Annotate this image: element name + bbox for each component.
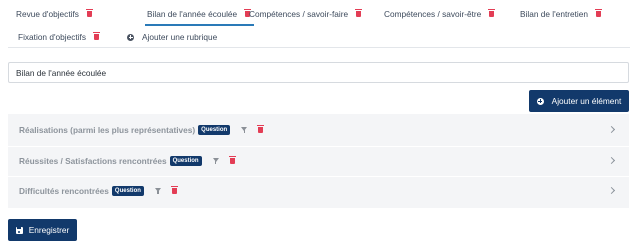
add-rubrique-button[interactable]: Ajouter une rubrique bbox=[127, 29, 217, 45]
chevron-right-icon[interactable] bbox=[607, 125, 616, 134]
tab-label: Compétences / savoir-faire bbox=[249, 9, 349, 19]
add-element-button[interactable]: Ajouter un élément bbox=[529, 90, 629, 112]
chevron-right-icon[interactable] bbox=[607, 156, 616, 165]
save-button[interactable]: Enregistrer bbox=[8, 219, 77, 241]
rubrique-tabs: Revue d'objectifs Bilan de l'année écoul… bbox=[0, 6, 634, 26]
tab-competences-savoir-etre[interactable]: Compétences / savoir-être bbox=[384, 6, 496, 22]
question-label: Réalisations (parmi les plus représentat… bbox=[19, 125, 196, 135]
question-row[interactable]: Réalisations (parmi les plus représentat… bbox=[8, 116, 629, 144]
add-element-label: Ajouter un élément bbox=[551, 96, 622, 106]
trash-icon[interactable] bbox=[85, 9, 93, 17]
trash-icon[interactable] bbox=[93, 32, 100, 40]
trash-icon[interactable] bbox=[488, 9, 496, 17]
question-label: Réussites / Satisfactions rencontrées bbox=[19, 156, 167, 166]
question-row[interactable]: Difficultés rencontrées Question bbox=[8, 177, 629, 205]
plus-circle-icon bbox=[536, 97, 544, 105]
tab-bilan-annee-ecoulee[interactable]: Bilan de l'année écoulée bbox=[144, 6, 255, 26]
questions-panel: Réalisations (parmi les plus représentat… bbox=[8, 114, 629, 208]
filter-icon[interactable] bbox=[212, 158, 219, 164]
question-type-badge: Question bbox=[198, 125, 231, 135]
question-type-badge: Question bbox=[111, 186, 144, 196]
tabs-divider bbox=[8, 47, 630, 48]
tab-competences-savoir-faire[interactable]: Compétences / savoir-faire bbox=[249, 6, 363, 22]
trash-icon[interactable] bbox=[595, 9, 603, 17]
chevron-right-icon[interactable] bbox=[607, 186, 616, 195]
trash-icon[interactable] bbox=[228, 156, 236, 164]
floppy-disk-icon bbox=[15, 226, 23, 234]
tab-revue-objectifs[interactable]: Revue d'objectifs bbox=[16, 6, 93, 22]
trash-icon[interactable] bbox=[355, 9, 363, 17]
question-type-badge: Question bbox=[169, 156, 202, 166]
filter-icon[interactable] bbox=[154, 188, 161, 194]
question-row[interactable]: Réussites / Satisfactions rencontrées Qu… bbox=[8, 147, 629, 175]
add-rubrique-label: Ajouter une rubrique bbox=[142, 32, 218, 42]
tab-label: Bilan de l'entretien bbox=[520, 9, 589, 19]
section-title-input[interactable] bbox=[8, 62, 629, 83]
tab-label: Fixation d'objectifs bbox=[18, 32, 86, 42]
tab-fixation-objectifs[interactable]: Fixation d'objectifs bbox=[18, 29, 100, 45]
tab-label: Revue d'objectifs bbox=[16, 9, 79, 19]
filter-icon[interactable] bbox=[241, 127, 248, 133]
save-label: Enregistrer bbox=[28, 225, 70, 235]
tab-bilan-entretien[interactable]: Bilan de l'entretien bbox=[520, 6, 603, 22]
tab-label: Compétences / savoir-être bbox=[384, 9, 482, 19]
rubrique-tabs-row-2: Fixation d'objectifs bbox=[0, 29, 634, 45]
plus-circle-icon bbox=[127, 33, 134, 41]
trash-icon[interactable] bbox=[170, 186, 178, 194]
trash-icon[interactable] bbox=[257, 125, 265, 133]
tab-label: Bilan de l'année écoulée bbox=[147, 9, 238, 19]
question-label: Difficultés rencontrées bbox=[19, 186, 109, 196]
